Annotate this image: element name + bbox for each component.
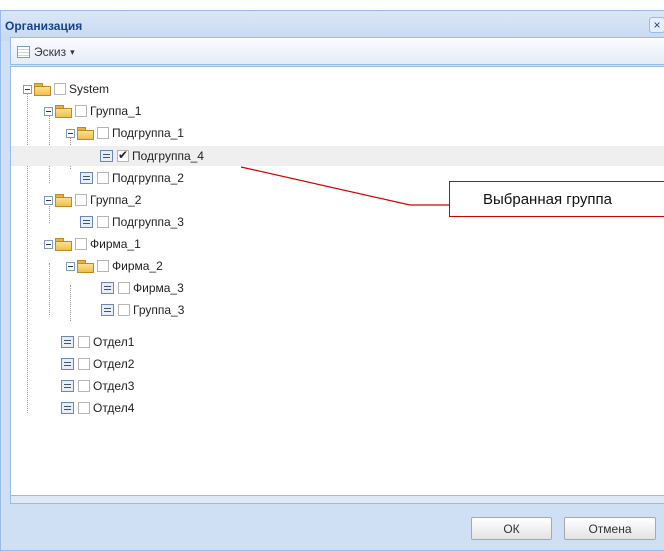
folder-open-icon (34, 83, 51, 96)
node-checkbox[interactable] (78, 402, 90, 414)
tree-node-dept-1[interactable]: Отдел1 (61, 332, 134, 352)
cancel-button[interactable]: Отмена (564, 517, 656, 540)
tree-node-label: Отдел2 (93, 357, 135, 371)
org-tree-panel: System Группа_1 Подгруппа_1 Подгруппа_4 … (10, 66, 664, 496)
tree-node-firm-3[interactable]: Фирма_3 (101, 278, 184, 298)
node-checkbox[interactable] (75, 238, 87, 250)
callout-text: Выбранная группа (483, 191, 612, 208)
tree-node-label: Подгруппа_3 (112, 215, 184, 229)
tree-node-dept-2[interactable]: Отдел2 (61, 354, 134, 374)
tree-node-label: Отдел1 (93, 335, 135, 349)
node-checkbox[interactable] (118, 304, 130, 316)
tree-node-group-1[interactable]: Группа_1 (44, 101, 141, 121)
folder-open-icon (55, 194, 72, 207)
node-checkbox-checked[interactable] (117, 148, 129, 162)
node-checkbox[interactable] (75, 194, 87, 206)
folder-open-icon (55, 238, 72, 251)
tree-node-firm-2[interactable]: Фирма_2 (66, 256, 163, 276)
leaf-node-icon (61, 402, 74, 414)
tree-node-label: Фирма_1 (90, 237, 141, 251)
chevron-down-icon: ▾ (70, 46, 75, 57)
tree-node-label: Группа_3 (133, 303, 185, 317)
folder-open-icon (55, 105, 72, 118)
tree-node-subgroup-1[interactable]: Подгруппа_1 (66, 123, 184, 143)
tree-guide-line (27, 89, 28, 413)
tree-node-label: Подгруппа_2 (112, 171, 184, 185)
leaf-node-icon (61, 358, 74, 370)
tree-node-system[interactable]: System (23, 79, 109, 99)
tree-node-subgroup-2[interactable]: Подгруппа_2 (80, 168, 184, 188)
tree-node-label: Фирма_3 (133, 281, 184, 295)
tree-node-label: Группа_2 (90, 193, 142, 207)
tree-node-label: Отдел3 (93, 379, 135, 393)
tree-node-dept-3[interactable]: Отдел3 (61, 376, 134, 396)
tree-node-firm-1[interactable]: Фирма_1 (44, 234, 141, 254)
view-mode-button[interactable]: Эскиз ▾ (17, 44, 75, 60)
node-checkbox[interactable] (54, 83, 66, 95)
leaf-node-icon (61, 380, 74, 392)
node-checkbox[interactable] (97, 260, 109, 272)
node-checkbox[interactable] (97, 172, 109, 184)
node-checkbox[interactable] (118, 282, 130, 294)
node-checkbox[interactable] (78, 336, 90, 348)
tree-guide-line (70, 285, 71, 321)
sketch-icon (17, 46, 30, 58)
node-checkbox[interactable] (97, 216, 109, 228)
ok-button[interactable]: ОК (471, 517, 552, 540)
node-checkbox[interactable] (78, 358, 90, 370)
leaf-node-icon (100, 150, 113, 162)
collapse-icon[interactable] (44, 239, 53, 249)
tree-node-dept-4[interactable]: Отдел4 (61, 398, 134, 418)
collapse-icon[interactable] (66, 128, 75, 138)
collapse-icon[interactable] (23, 84, 32, 94)
tree-guide-line (49, 263, 50, 315)
leaf-node-icon (80, 172, 93, 184)
tree-node-group-3[interactable]: Группа_3 (101, 300, 184, 320)
node-checkbox[interactable] (75, 105, 87, 117)
node-checkbox[interactable] (78, 380, 90, 392)
leaf-node-icon (101, 304, 114, 316)
leaf-node-icon (80, 216, 93, 228)
folder-open-icon (77, 127, 94, 140)
collapse-icon[interactable] (44, 106, 53, 116)
tree-node-label: Подгруппа_1 (112, 126, 184, 140)
leaf-node-icon (101, 282, 114, 294)
tree-node-subgroup-4[interactable]: Подгруппа_4 (11, 146, 664, 166)
tree-panel-footer (10, 496, 664, 504)
dialog-title: Организация (5, 19, 83, 33)
collapse-icon[interactable] (44, 195, 53, 205)
node-checkbox[interactable] (97, 127, 109, 139)
tree-node-subgroup-3[interactable]: Подгруппа_3 (80, 212, 184, 232)
tree-node-group-2[interactable]: Группа_2 (44, 190, 141, 210)
tree-node-label: Фирма_2 (112, 259, 163, 273)
close-icon[interactable]: × (649, 17, 664, 33)
folder-open-icon (77, 260, 94, 273)
tree-node-label: System (69, 82, 110, 96)
toolbar: Эскиз ▾ (10, 37, 664, 65)
collapse-icon[interactable] (66, 261, 75, 271)
view-mode-label: Эскиз (34, 45, 67, 59)
leaf-node-icon (61, 336, 74, 348)
tree-node-label: Подгруппа_4 (132, 149, 204, 163)
tree-node-label: Отдел4 (93, 401, 135, 415)
tree-node-label: Группа_1 (90, 104, 142, 118)
